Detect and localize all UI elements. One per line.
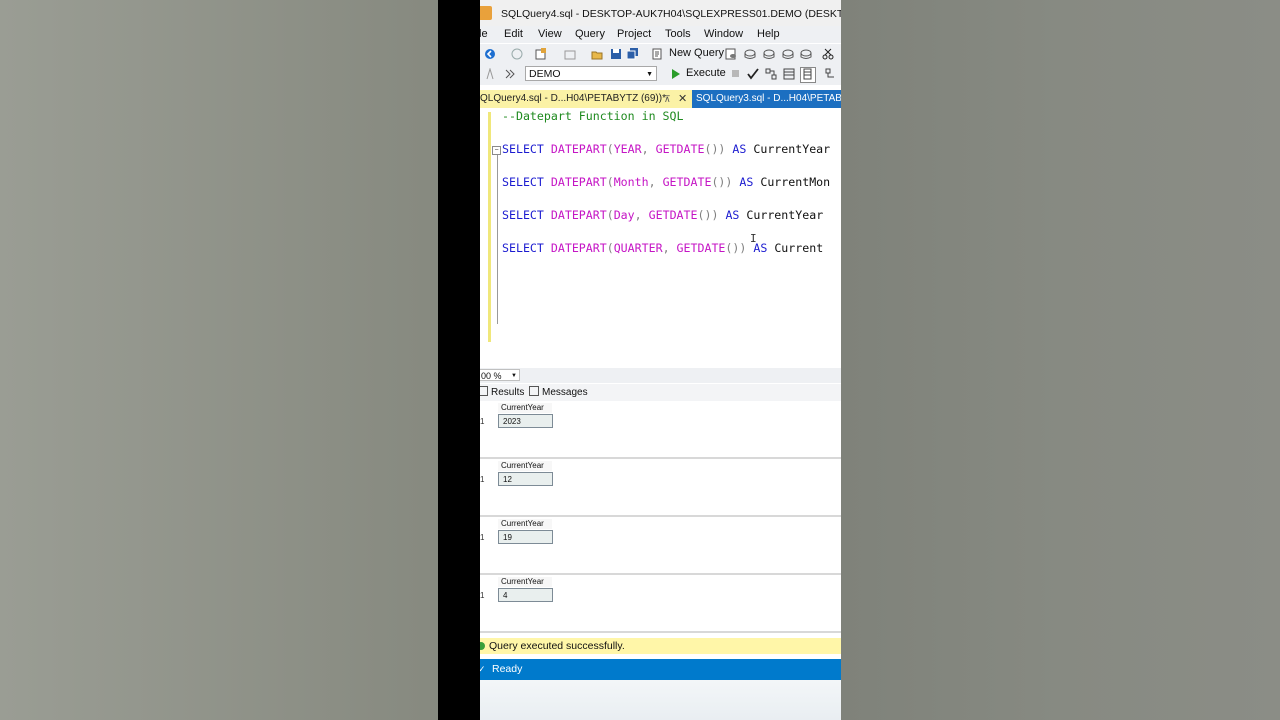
- window-title: SQLQuery4.sql - DESKTOP-AUK7H04\SQLEXPRE…: [501, 8, 841, 20]
- code-line-3: SELECT DATEPART(Day, GETDATE()) AS Curre…: [502, 208, 824, 222]
- text-cursor-icon: I: [750, 232, 757, 245]
- row-selector[interactable]: 1: [480, 591, 484, 600]
- menu-item-help[interactable]: Help: [757, 28, 780, 40]
- result-cell[interactable]: 19: [498, 530, 553, 544]
- column-header[interactable]: CurrentYear: [498, 519, 552, 529]
- result-grid-2[interactable]: 1 CurrentYear 12: [480, 459, 841, 517]
- save-all-icon[interactable]: [627, 48, 639, 60]
- chevron-down-icon: ▼: [646, 71, 653, 78]
- database-select-value: DEMO: [529, 68, 561, 80]
- column-header[interactable]: CurrentYear: [498, 461, 552, 471]
- query-status-bar: Query executed successfully.: [480, 638, 841, 654]
- result-cell[interactable]: 12: [498, 472, 553, 486]
- result-grid-3[interactable]: 1 CurrentYear 19: [480, 517, 841, 575]
- include-plan-icon[interactable]: [825, 68, 837, 80]
- code-line-1: SELECT DATEPART(YEAR, GETDATE()) AS Curr…: [502, 142, 831, 156]
- zoom-value: 00 %: [481, 371, 502, 381]
- add-item-icon[interactable]: [564, 48, 576, 60]
- tab-messages[interactable]: Messages: [529, 386, 588, 398]
- new-query-button[interactable]: New Query: [669, 47, 724, 59]
- code-line-4: SELECT DATEPART(QUARTER, GETDATE()) AS C…: [502, 241, 824, 255]
- result-cell[interactable]: 4: [498, 588, 553, 602]
- connect-icon[interactable]: [484, 68, 496, 80]
- change-connection-icon[interactable]: [504, 68, 516, 80]
- execute-play-icon[interactable]: [671, 69, 683, 81]
- close-icon[interactable]: ✕: [678, 90, 687, 108]
- messages-icon: [529, 386, 539, 396]
- available-databases-select[interactable]: DEMO ▼: [525, 66, 657, 81]
- cut-icon[interactable]: [822, 48, 834, 60]
- sql-editor-toolbar: DEMO ▼ Execute: [480, 64, 841, 85]
- column-header[interactable]: CurrentYear: [498, 403, 552, 413]
- chevron-down-icon: ▼: [511, 373, 517, 379]
- menu-item-edit[interactable]: Edit: [504, 28, 523, 40]
- display-plan-icon[interactable]: [765, 68, 777, 80]
- status-bar: ✓ Ready: [480, 659, 841, 680]
- dmx-query-icon[interactable]: [763, 48, 775, 60]
- row-selector[interactable]: 1: [480, 475, 484, 484]
- standard-toolbar: New Query: [480, 44, 841, 64]
- forward-icon[interactable]: [511, 48, 523, 60]
- menu-bar: le Edit View Query Project Tools Window …: [480, 26, 841, 43]
- tab-sqlquery3-label: SQLQuery3.sql - D...H04\PETABYT: [696, 93, 841, 104]
- back-icon[interactable]: [484, 48, 496, 60]
- menu-item-view[interactable]: View: [538, 28, 562, 40]
- tab-sqlquery4[interactable]: QLQuery4.sql - D...H04\PETABYTZ (69))* ⊼…: [480, 90, 692, 108]
- mdx-query-icon[interactable]: [744, 48, 756, 60]
- open-file-icon[interactable]: [591, 48, 603, 60]
- ssms-app-icon: [480, 6, 492, 20]
- tab-sqlquery4-label: QLQuery4.sql - D...H04\PETABYTZ (69))*: [480, 93, 666, 104]
- row-selector[interactable]: 1: [480, 533, 484, 542]
- pin-icon[interactable]: ⊼: [664, 90, 671, 108]
- save-icon[interactable]: [610, 48, 622, 60]
- code-line-2: SELECT DATEPART(Month, GETDATE()) AS Cur…: [502, 175, 831, 189]
- menu-item-query[interactable]: Query: [575, 28, 605, 40]
- results-tab-strip: Results Messages: [480, 384, 841, 402]
- outline-guide: [497, 148, 498, 324]
- execute-button[interactable]: Execute: [686, 67, 726, 79]
- database-query-icon[interactable]: [725, 48, 737, 60]
- video-letterbox-bar: [438, 0, 480, 720]
- title-bar: SQLQuery4.sql - DESKTOP-AUK7H04\SQLEXPRE…: [480, 0, 841, 26]
- query-status-message: Query executed successfully.: [489, 640, 625, 652]
- background-right: [841, 0, 1280, 720]
- status-ready: Ready: [492, 663, 523, 675]
- change-tracking-margin: [488, 112, 491, 342]
- grid-icon: [480, 386, 488, 396]
- menu-item-file[interactable]: le: [480, 28, 488, 40]
- menu-item-window[interactable]: Window: [704, 28, 743, 40]
- collapse-toggle-icon[interactable]: −: [492, 146, 501, 155]
- column-header[interactable]: CurrentYear: [498, 577, 552, 587]
- ssms-window: SQLQuery4.sql - DESKTOP-AUK7H04\SQLEXPRE…: [480, 0, 841, 720]
- document-tab-strip: QLQuery4.sql - D...H04\PETABYTZ (69))* ⊼…: [480, 90, 841, 108]
- query-editor[interactable]: − --Datepart Function in SQL SELECT DATE…: [480, 108, 841, 368]
- dax-query-icon[interactable]: [800, 48, 812, 60]
- code-comment: --Datepart Function in SQL: [502, 109, 684, 123]
- menu-item-project[interactable]: Project: [617, 28, 651, 40]
- result-grid-1[interactable]: 1 CurrentYear 2023: [480, 401, 841, 459]
- stop-icon[interactable]: [731, 69, 743, 81]
- tab-results[interactable]: Results: [480, 386, 524, 398]
- new-query-icon[interactable]: [652, 48, 664, 60]
- menu-item-tools[interactable]: Tools: [665, 28, 691, 40]
- result-grid-4[interactable]: 1 CurrentYear 4: [480, 575, 841, 633]
- results-to-grid-icon[interactable]: [800, 67, 816, 83]
- bottom-panel: [480, 680, 841, 720]
- result-cell[interactable]: 2023: [498, 414, 553, 428]
- zoom-bar: 00 % ▼: [480, 368, 841, 383]
- parse-checkmark-icon[interactable]: [747, 68, 759, 80]
- success-check-icon: [480, 642, 485, 650]
- query-designer-icon[interactable]: [783, 68, 795, 80]
- status-icon: ✓: [480, 664, 486, 674]
- tab-sqlquery3[interactable]: SQLQuery3.sql - D...H04\PETABYT: [692, 90, 841, 108]
- xmla-query-icon[interactable]: [782, 48, 794, 60]
- zoom-select[interactable]: 00 % ▼: [480, 369, 520, 381]
- row-selector[interactable]: 1: [480, 417, 484, 426]
- new-project-icon[interactable]: [535, 48, 547, 60]
